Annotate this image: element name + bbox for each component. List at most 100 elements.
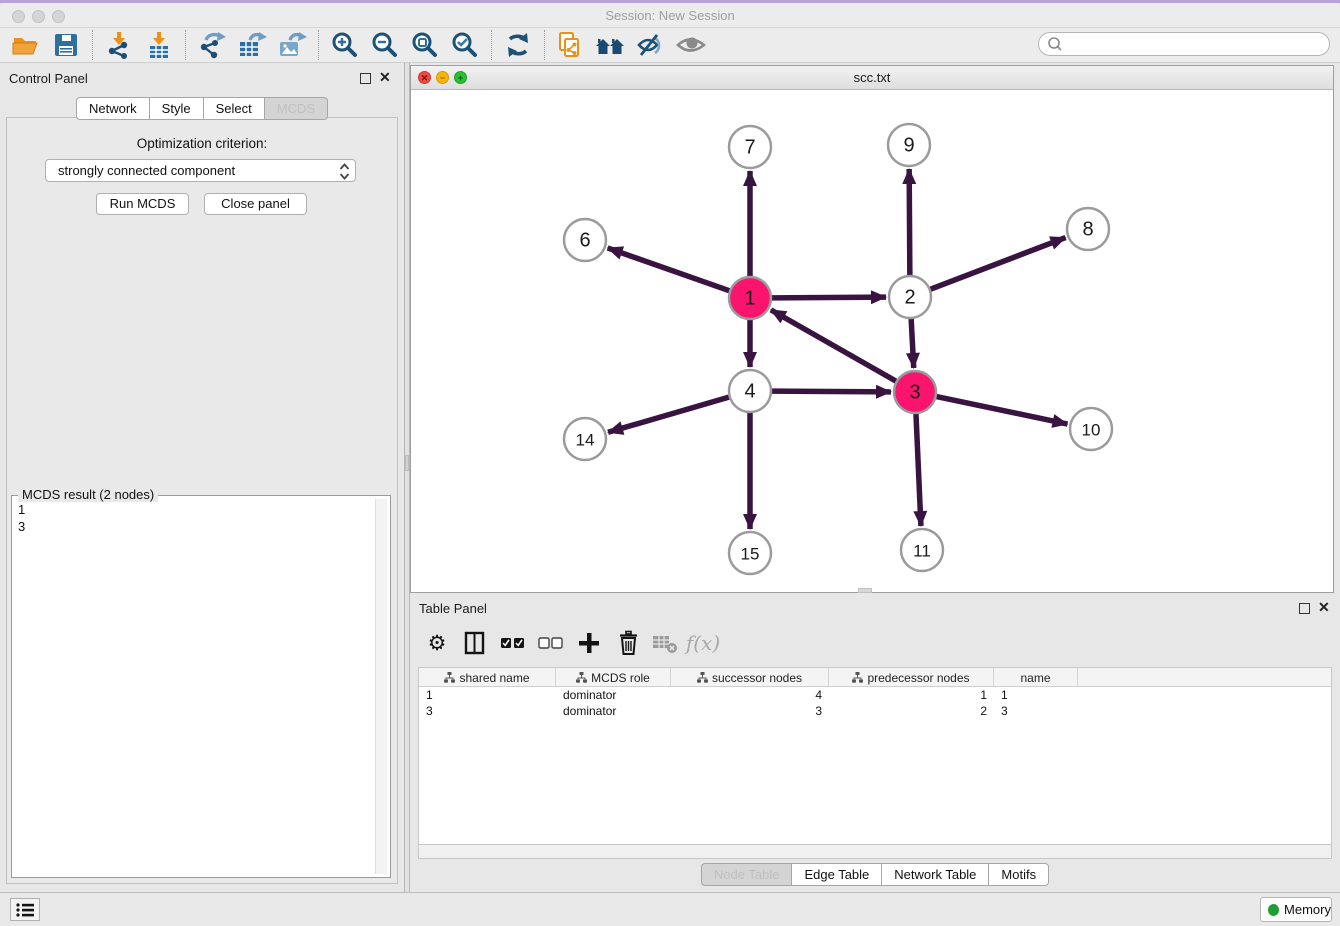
delete-column-button[interactable] xyxy=(608,626,646,660)
graph-node-1[interactable]: 1 xyxy=(729,277,771,319)
search-input[interactable] xyxy=(1067,34,1329,54)
minimize-window-button[interactable] xyxy=(32,10,45,23)
table-cell[interactable]: 1 xyxy=(829,687,994,703)
tab-select[interactable]: Select xyxy=(203,97,264,120)
tab-motifs[interactable]: Motifs xyxy=(988,863,1049,886)
tab-mcds[interactable]: MCDS xyxy=(264,97,328,120)
graph-node-7[interactable]: 7 xyxy=(729,126,771,168)
export-network-button[interactable] xyxy=(192,29,232,61)
deselect-all-rows-button[interactable] xyxy=(532,626,570,660)
float-table-panel-button[interactable] xyxy=(1299,603,1310,614)
edge-1-2[interactable] xyxy=(772,297,886,298)
zoom-selected-button[interactable] xyxy=(445,29,485,61)
edge-4-3[interactable] xyxy=(772,391,891,392)
column-header-predecessor-nodes[interactable]: predecessor nodes xyxy=(829,668,994,687)
table-toolbar: ⚙ xyxy=(418,623,722,663)
edge-4-14[interactable] xyxy=(608,397,729,432)
table-cell[interactable]: 3 xyxy=(419,703,556,719)
minimize-view-button[interactable]: − xyxy=(436,71,449,84)
tab-node-table[interactable]: Node Table xyxy=(701,863,792,886)
edge-2-3[interactable] xyxy=(911,319,914,368)
edge-3-10[interactable] xyxy=(937,397,1068,425)
apply-layout-button[interactable] xyxy=(498,29,538,61)
edge-2-9[interactable] xyxy=(909,169,910,275)
tab-network-table[interactable]: Network Table xyxy=(881,863,988,886)
table-cell[interactable]: 3 xyxy=(994,703,1078,719)
edge-1-6[interactable] xyxy=(608,248,730,291)
optimization-criterion-select[interactable]: strongly connected component xyxy=(45,159,356,182)
titlebar[interactable]: Session: New Session xyxy=(0,3,1340,28)
table-horizontal-scrollbar[interactable] xyxy=(418,845,1332,859)
mcds-result-scrollbar[interactable] xyxy=(375,499,387,874)
column-header-MCDS-role[interactable]: MCDS role xyxy=(556,668,671,687)
task-history-button[interactable] xyxy=(10,898,40,921)
graph-node-8[interactable]: 8 xyxy=(1067,208,1109,250)
column-header-shared-name[interactable]: shared name xyxy=(419,668,556,687)
delete-table-button[interactable] xyxy=(646,626,684,660)
horizontal-splitter-grabber[interactable] xyxy=(858,588,872,593)
table-row[interactable]: 3dominator323 xyxy=(419,703,1331,719)
function-builder-button[interactable]: f(x) xyxy=(684,626,722,660)
table-cell[interactable]: 1 xyxy=(419,687,556,703)
table-cell[interactable]: dominator xyxy=(556,687,671,703)
node-label: 4 xyxy=(744,381,755,403)
export-table-button[interactable] xyxy=(232,29,272,61)
graph-node-9[interactable]: 9 xyxy=(888,124,930,166)
column-header-successor-nodes[interactable]: successor nodes xyxy=(671,668,829,687)
open-session-button[interactable] xyxy=(6,29,46,61)
network-window-titlebar[interactable]: ✕ − + scc.txt xyxy=(411,66,1333,90)
hide-graphics-button[interactable] xyxy=(631,29,671,61)
zoom-fit-button[interactable] xyxy=(405,29,445,61)
close-view-button[interactable]: ✕ xyxy=(418,71,431,84)
table-cell[interactable]: 1 xyxy=(994,687,1078,703)
clone-network-button[interactable] xyxy=(551,29,591,61)
birdseye-view-button[interactable] xyxy=(671,29,711,61)
table-row[interactable]: 1dominator411 xyxy=(419,687,1331,703)
graph-node-2[interactable]: 2 xyxy=(889,276,931,318)
settings-gear-button[interactable]: ⚙ xyxy=(418,626,456,660)
close-panel-button[interactable]: Close panel xyxy=(204,193,307,215)
float-panel-button[interactable] xyxy=(360,73,371,84)
run-mcds-button[interactable]: Run MCDS xyxy=(96,193,189,215)
table-cell[interactable]: 2 xyxy=(829,703,994,719)
graph-node-11[interactable]: 11 xyxy=(901,529,943,571)
save-session-button[interactable] xyxy=(46,29,86,61)
column-visibility-button[interactable] xyxy=(456,626,494,660)
column-header-name[interactable]: name xyxy=(994,668,1078,687)
import-table-button[interactable] xyxy=(139,29,179,61)
graph-node-15[interactable]: 15 xyxy=(729,532,771,574)
add-column-button[interactable] xyxy=(570,626,608,660)
tab-edge-table[interactable]: Edge Table xyxy=(791,863,881,886)
zoom-window-button[interactable] xyxy=(52,10,65,23)
zoom-out-button[interactable] xyxy=(365,29,405,61)
search-box[interactable] xyxy=(1038,32,1330,56)
graph-node-3[interactable]: 3 xyxy=(894,371,936,413)
close-table-panel-button[interactable]: ✕ xyxy=(1318,599,1330,616)
tab-style[interactable]: Style xyxy=(149,97,203,120)
table-cell[interactable]: 3 xyxy=(671,703,829,719)
network-canvas[interactable]: 7 9 6 8 1 2 4 3 14 10 15 11 xyxy=(411,90,1333,592)
graph-node-6[interactable]: 6 xyxy=(564,219,606,261)
memory-button[interactable]: Memory xyxy=(1260,897,1332,922)
edge-3-11[interactable] xyxy=(916,414,921,526)
select-all-rows-button[interactable] xyxy=(494,626,532,660)
network-graph[interactable]: 7 9 6 8 1 2 4 3 14 10 15 11 xyxy=(411,90,1333,592)
close-window-button[interactable] xyxy=(12,10,25,23)
graph-node-14[interactable]: 14 xyxy=(564,418,606,460)
import-network-button[interactable] xyxy=(99,29,139,61)
splitter-grabber[interactable] xyxy=(405,455,409,471)
mcds-result-text[interactable]: 1 3 xyxy=(18,501,368,869)
graph-node-10[interactable]: 10 xyxy=(1070,408,1112,450)
table-cell[interactable]: 4 xyxy=(671,687,829,703)
birdseye-view-icon xyxy=(675,30,707,60)
edge-2-8[interactable] xyxy=(931,238,1066,290)
tab-network[interactable]: Network xyxy=(76,97,149,120)
table-cell[interactable]: dominator xyxy=(556,703,671,719)
export-image-button[interactable] xyxy=(272,29,312,61)
edge-3-1[interactable] xyxy=(771,310,896,381)
home-layout-button[interactable] xyxy=(591,29,631,61)
zoom-in-button[interactable] xyxy=(325,29,365,61)
graph-node-4[interactable]: 4 xyxy=(729,370,771,412)
close-panel-icon-button[interactable]: ✕ xyxy=(379,69,391,86)
zoom-view-button[interactable]: + xyxy=(454,71,467,84)
